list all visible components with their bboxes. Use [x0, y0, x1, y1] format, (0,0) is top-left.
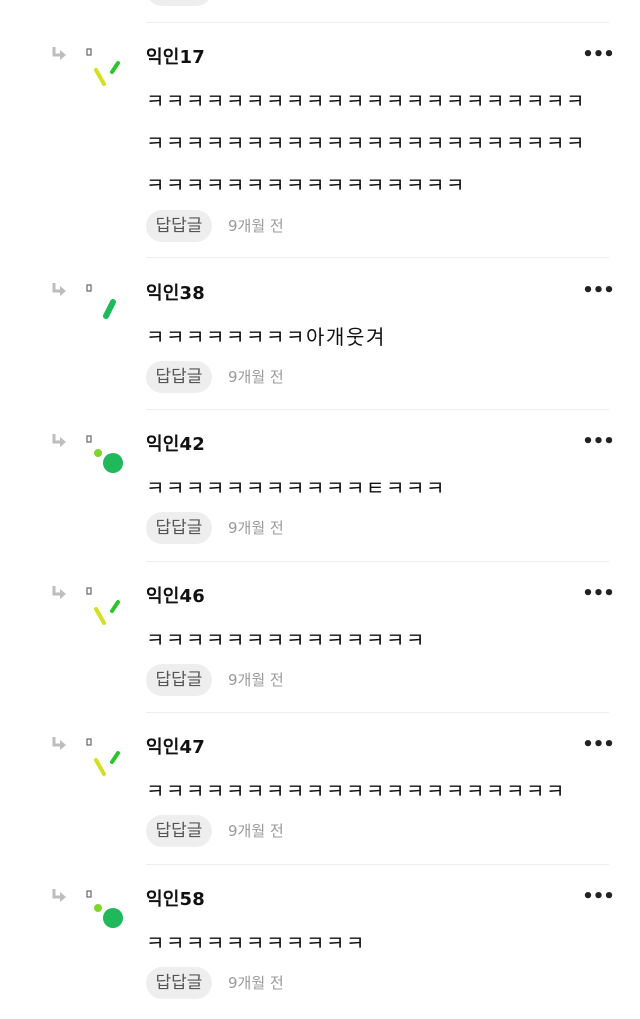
- comment-author: 익인42: [146, 434, 205, 455]
- previous-reply-button[interactable]: [146, 0, 212, 6]
- reply-arrow-icon: [52, 586, 66, 599]
- comment-item: 익인46 ••• ㅋㅋㅋㅋㅋㅋㅋㅋㅋㅋㅋㅋㅋㅋ 답답글 9개월 전: [0, 585, 640, 711]
- comment-author: 익인46: [146, 586, 205, 607]
- comment-time: 9개월 전: [228, 217, 284, 235]
- more-options-icon[interactable]: •••: [580, 282, 616, 304]
- comment-author: 익인58: [146, 889, 205, 910]
- comment-text: ㅋㅋㅋㅋㅋㅋㅋㅋㅋㅋㅋ: [146, 931, 366, 955]
- reply-button[interactable]: 답답글: [146, 815, 212, 847]
- divider: [146, 712, 609, 713]
- comment-author: 익인17: [146, 47, 205, 68]
- avatar: [86, 587, 120, 625]
- more-options-icon[interactable]: •••: [580, 888, 616, 910]
- reply-button[interactable]: 답답글: [146, 361, 212, 393]
- more-options-icon[interactable]: •••: [580, 736, 616, 758]
- comment-item: 익인38 ••• ㅋㅋㅋㅋㅋㅋㅋㅋ아개웃겨 답답글 9개월 전: [0, 282, 640, 408]
- reply-arrow-icon: [52, 434, 66, 447]
- reply-arrow-icon: [52, 47, 66, 60]
- reply-button[interactable]: 답답글: [146, 512, 212, 544]
- comment-item: 익인47 ••• ㅋㅋㅋㅋㅋㅋㅋㅋㅋㅋㅋㅋㅋㅋㅋㅋㅋㅋㅋㅋㅋ 답답글 9개월 전: [0, 736, 640, 862]
- avatar: [86, 738, 120, 776]
- divider: [146, 257, 609, 258]
- comment-item: 익인42 ••• ㅋㅋㅋㅋㅋㅋㅋㅋㅋㅋㅋㅌㅋㅋㅋ 답답글 9개월 전: [0, 433, 640, 559]
- comment-author: 익인38: [146, 283, 205, 304]
- more-options-icon[interactable]: •••: [580, 433, 616, 455]
- divider: [146, 22, 609, 23]
- comment-author: 익인47: [146, 737, 205, 758]
- more-options-icon[interactable]: •••: [580, 46, 616, 68]
- comment-item: 익인17 ••• ㅋㅋㅋㅋㅋㅋㅋㅋㅋㅋㅋㅋㅋㅋㅋㅋㅋㅋㅋㅋㅋㅋㅋㅋㅋㅋㅋㅋㅋㅋㅋ…: [0, 46, 640, 256]
- avatar: [86, 284, 116, 319]
- comment-text: ㅋㅋㅋㅋㅋㅋㅋㅋㅋㅋㅋㅋㅋㅋㅋㅋㅋㅋㅋㅋㅋ: [146, 779, 566, 803]
- comment-time: 9개월 전: [228, 974, 284, 992]
- comment-time: 9개월 전: [228, 822, 284, 840]
- avatar: [86, 48, 120, 86]
- comment-time: 9개월 전: [228, 519, 284, 537]
- divider: [146, 561, 609, 562]
- reply-button[interactable]: 답답글: [146, 210, 212, 242]
- reply-arrow-icon: [52, 283, 66, 296]
- comment-time: 9개월 전: [228, 368, 284, 386]
- divider: [146, 409, 609, 410]
- comment-item: 익인58 ••• ㅋㅋㅋㅋㅋㅋㅋㅋㅋㅋㅋ 답답글 9개월 전: [0, 888, 640, 1014]
- reply-arrow-icon: [52, 889, 66, 902]
- comment-text: ㅋㅋㅋㅋㅋㅋㅋㅋ아개웃겨: [146, 325, 386, 349]
- comment-text: ㅋㅋㅋㅋㅋㅋㅋㅋㅋㅋㅋㅋㅋㅋ: [146, 628, 426, 652]
- reply-button[interactable]: 답답글: [146, 664, 212, 696]
- reply-button[interactable]: 답답글: [146, 967, 212, 999]
- comment-text: ㅋㅋㅋㅋㅋㅋㅋㅋㅋㅋㅋㅋㅋㅋㅋㅋㅋㅋㅋㅋㅋㅋㅋㅋㅋㅋㅋㅋㅋㅋㅋㅋㅋㅋㅋㅋㅋㅋㅋㅋ…: [146, 89, 586, 197]
- avatar: [86, 435, 123, 473]
- avatar: [86, 890, 123, 928]
- more-options-icon[interactable]: •••: [580, 585, 616, 607]
- comment-text: ㅋㅋㅋㅋㅋㅋㅋㅋㅋㅋㅋㅌㅋㅋㅋ: [146, 476, 446, 500]
- comment-time: 9개월 전: [228, 671, 284, 689]
- reply-arrow-icon: [52, 737, 66, 750]
- divider: [146, 864, 609, 865]
